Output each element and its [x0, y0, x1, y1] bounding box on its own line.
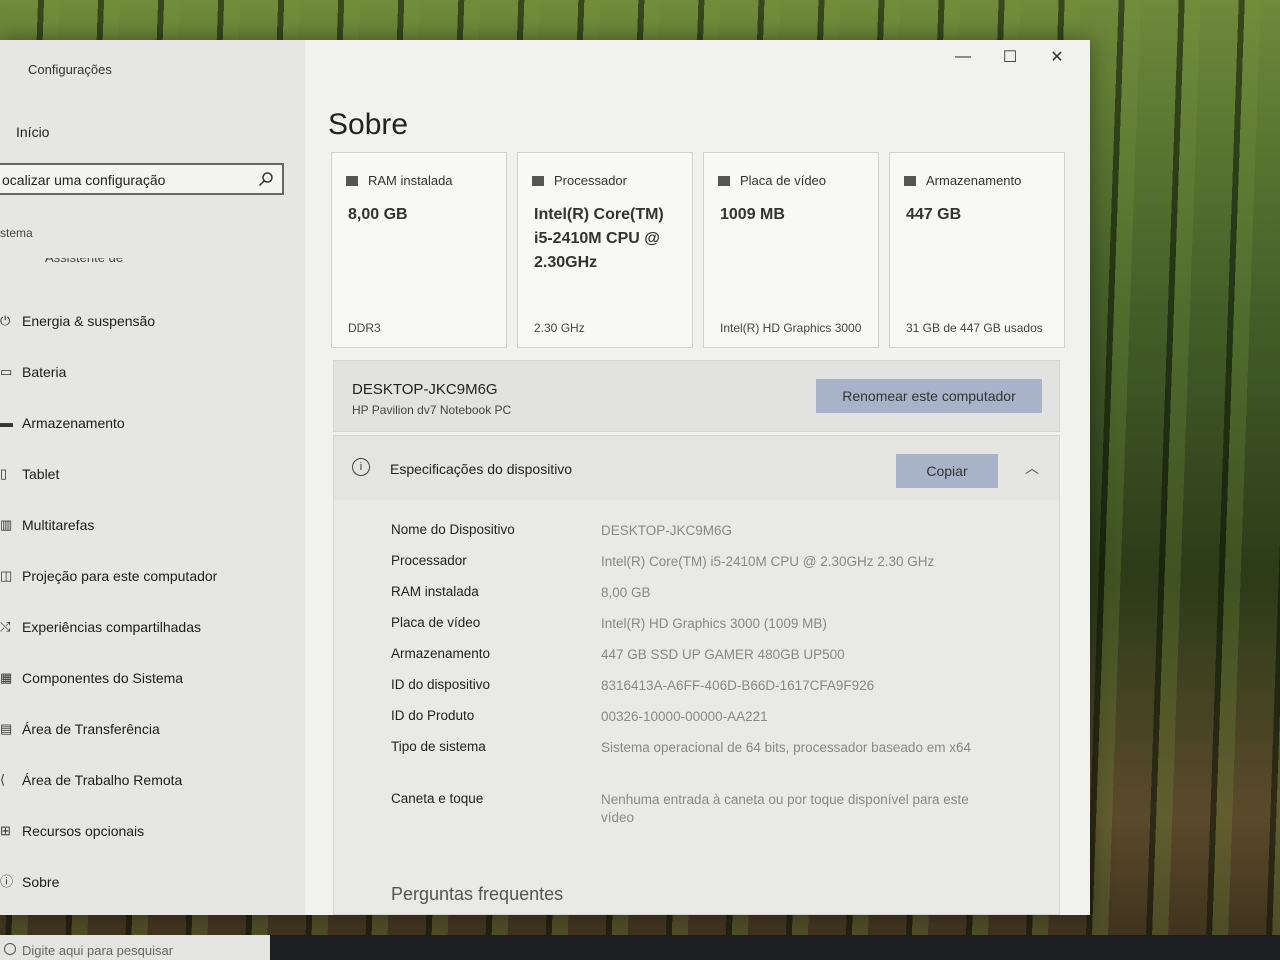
tablet-icon: ▯: [0, 465, 8, 481]
power-icon: ⏻: [0, 312, 11, 328]
main-content: — ☐ ✕ Sobre RAM instalada 8,00 GB DDR3 P…: [305, 40, 1090, 915]
card-title: Armazenamento: [926, 173, 1022, 188]
sidebar-item-armazenamento[interactable]: ▬ Armazenamento: [0, 397, 305, 448]
ram-icon: [346, 175, 358, 186]
sidebar-item-projecao[interactable]: ◫ Projeção para este computador: [0, 550, 305, 601]
faq-heading: Perguntas frequentes: [391, 884, 564, 904]
taskbar-search-placeholder: Digite aqui para pesquisar: [22, 943, 174, 958]
summary-cards: RAM instalada 8,00 GB DDR3 Processador I…: [331, 152, 1065, 348]
card-ram: RAM instalada 8,00 GB DDR3: [331, 152, 507, 348]
spec-row: Armazenamento 447 GB SSD UP GAMER 480GB U…: [391, 646, 845, 662]
card-processor: Processador Intel(R) Core(TM) i5-2410M C…: [517, 152, 693, 348]
spec-row: Tipo de sistema Sistema operacional de 64…: [391, 739, 971, 755]
copy-button[interactable]: Copiar: [896, 454, 998, 488]
card-title: RAM instalada: [368, 173, 453, 188]
settings-search-input[interactable]: ocalizar uma configuração: [0, 163, 284, 195]
shared-icon: ⤭: [0, 618, 11, 634]
projection-icon: ◫: [0, 567, 13, 583]
spec-row: Nome do Dispositivo DESKTOP-JKC9M6G: [391, 522, 733, 538]
specs-title: Especificações do dispositivo: [390, 461, 573, 477]
maximize-icon[interactable]: ☐: [995, 47, 1025, 67]
battery-icon: ▭: [0, 363, 13, 379]
sidebar-item-energia[interactable]: ⏻ Energia & suspensão: [0, 295, 305, 346]
card-value: 1009 MB: [720, 206, 785, 223]
computer-name: DESKTOP-JKC9M6G: [352, 381, 498, 398]
features-icon: ⊞: [0, 822, 11, 838]
components-icon: ▦: [0, 669, 13, 685]
remote-icon: ⟨: [0, 771, 6, 787]
computer-name-bar: DESKTOP-JKC9M6G HP Pavilion dv7 Notebook…: [333, 360, 1060, 432]
sidebar-item-partial[interactable]: Assistente de foco: [45, 258, 135, 266]
close-icon[interactable]: ✕: [1042, 47, 1072, 67]
card-sub: Intel(R) HD Graphics 3000: [720, 321, 862, 335]
taskbar-search-input[interactable]: Digite aqui para pesquisar: [0, 935, 270, 960]
search-icon: [4, 943, 16, 955]
spec-row: ID do Produto 00326-10000-00000-AA221: [391, 708, 768, 724]
sidebar-item-sobre[interactable]: ⓘ Sobre: [0, 856, 305, 907]
card-value: 447 GB: [906, 206, 962, 223]
card-sub: 31 GB de 447 GB usados: [906, 321, 1043, 335]
spec-row: ID do dispositivo 8316413A-A6FF-406D-B66D…: [391, 677, 875, 693]
spec-row: RAM instalada 8,00 GB: [391, 584, 651, 600]
sidebar-item-tablet[interactable]: ▯ Tablet: [0, 448, 305, 499]
home-link[interactable]: Início: [16, 124, 49, 140]
card-sub: DDR3: [348, 321, 381, 335]
card-storage: Armazenamento 447 GB 31 GB de 447 GB usa…: [889, 152, 1065, 348]
card-value: 8,00 GB: [348, 206, 408, 223]
sidebar-item-recursos[interactable]: ⊞ Recursos opcionais: [0, 805, 305, 856]
card-title: Processador: [554, 173, 627, 188]
chevron-up-icon[interactable]: ︿: [1025, 458, 1039, 478]
spec-row: Processador Intel(R) Core(TM) i5-2410M CP…: [391, 553, 935, 569]
cpu-icon: [532, 175, 544, 186]
window-controls: — ☐ ✕: [930, 40, 1090, 74]
minimize-icon[interactable]: —: [948, 48, 978, 66]
storage-icon: ▬: [0, 414, 13, 430]
search-placeholder: ocalizar uma configuração: [2, 172, 166, 188]
search-icon[interactable]: [258, 171, 274, 187]
info-icon: i: [352, 458, 370, 476]
specs-rows: Nome do Dispositivo DESKTOP-JKC9M6G Proce…: [391, 522, 1031, 843]
sidebar-item-experiencias[interactable]: ⤭ Experiências compartilhadas: [0, 601, 305, 652]
sidebar-item-transferencia[interactable]: ▤ Área de Transferência: [0, 703, 305, 754]
settings-window: Configurações Início ocalizar uma config…: [0, 40, 1090, 915]
multitask-icon: ▥: [0, 516, 13, 532]
clipboard-icon: ▤: [0, 720, 13, 736]
sidebar-item-multitarefas[interactable]: ▥ Multitarefas: [0, 499, 305, 550]
page-title: Sobre: [328, 108, 409, 141]
spec-row: Placa de vídeo Intel(R) HD Graphics 3000 …: [391, 615, 827, 631]
device-specs-panel: i Especificações do dispositivo Copiar ︿…: [333, 435, 1060, 915]
sidebar-item-bateria[interactable]: ▭ Bateria: [0, 346, 305, 397]
storage-icon: [904, 175, 916, 186]
taskbar: Digite aqui para pesquisar: [0, 935, 1280, 960]
card-sub: 2.30 GHz: [534, 321, 585, 335]
section-label: stema: [0, 226, 33, 240]
sidebar-nav: ⏻ Energia & suspensão ▭ Bateria ▬ Armazenam…: [0, 295, 305, 907]
rename-computer-button[interactable]: Renomear este computador: [816, 379, 1042, 413]
info-icon: ⓘ: [0, 873, 14, 889]
card-value: Intel(R) Core(TM) i5-2410M CPU @ 2.30GHz: [534, 206, 664, 271]
gpu-icon: [718, 175, 730, 186]
spec-row: Caneta e toque Nenhuma entrada à caneta o…: [391, 791, 969, 825]
window-title: Configurações: [28, 62, 112, 77]
specs-header[interactable]: i Especificações do dispositivo Copiar ︿: [334, 436, 1059, 500]
computer-model: HP Pavilion dv7 Notebook PC: [352, 403, 512, 417]
card-gpu: Placa de vídeo 1009 MB Intel(R) HD Graph…: [703, 152, 879, 348]
sidebar-item-componentes[interactable]: ▦ Componentes do Sistema: [0, 652, 305, 703]
sidebar-item-remota[interactable]: ⟨ Área de Trabalho Remota: [0, 754, 305, 805]
card-title: Placa de vídeo: [740, 173, 827, 188]
sidebar: Configurações Início ocalizar uma config…: [0, 40, 305, 915]
